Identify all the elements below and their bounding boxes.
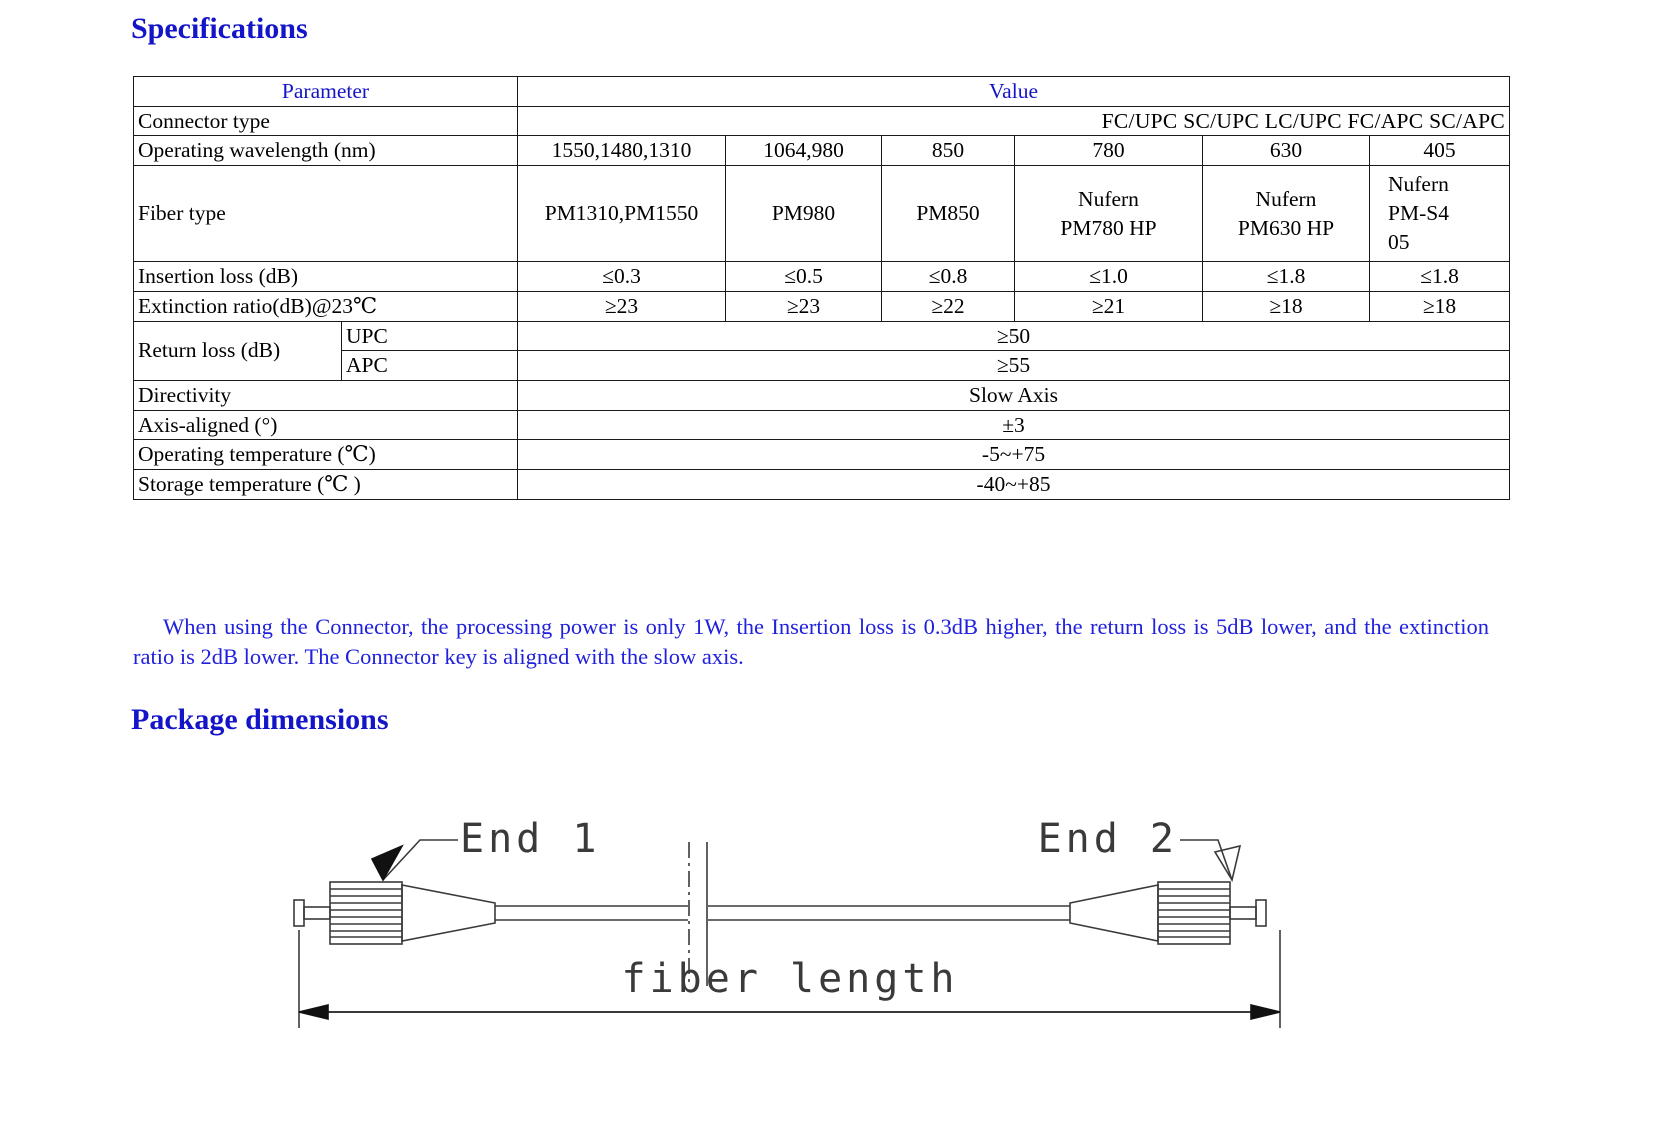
cell-fiber-4: Nufern PM780 HP: [1014, 165, 1203, 263]
table-row: Connector type FC/UPC SC/UPC LC/UPC FC/A…: [133, 105, 1511, 137]
row-value-axis-aligned: ±3: [516, 409, 1511, 441]
specifications-heading: Specifications: [131, 12, 308, 45]
cell-fiber-3: PM850: [881, 165, 1015, 263]
row-label-extinction-ratio: Extinction ratio(dB)@23℃: [133, 290, 518, 322]
cell-insertion-1: ≤0.3: [517, 261, 726, 292]
row-label-operating-temperature: Operating temperature (℃): [133, 439, 518, 471]
row-label-return-loss: Return loss (dB): [133, 320, 342, 382]
cell-extinction-5: ≥18: [1202, 290, 1370, 322]
cell-insertion-3: ≤0.8: [881, 261, 1015, 292]
package-dimensions-heading: Package dimensions: [131, 703, 389, 736]
row-label-storage-temperature: Storage temperature (℃ ): [133, 469, 518, 500]
row-value-return-loss-upc: ≥50: [516, 320, 1511, 352]
cell-insertion-5: ≤1.8: [1202, 261, 1370, 292]
cell-extinction-4: ≥21: [1014, 290, 1203, 322]
cell-insertion-2: ≤0.5: [725, 261, 882, 292]
row-label-connector-type: Connector type: [133, 105, 518, 137]
header-parameter: Parameter: [133, 76, 518, 107]
cell-wavelength-1: 1550,1480,1310: [517, 135, 726, 167]
cell-extinction-2: ≥23: [725, 290, 882, 322]
header-value: Value: [516, 76, 1511, 107]
package-dimensions-drawing: End 1 End 2 fiber length: [280, 790, 1380, 1060]
end2-label: End 2: [1038, 816, 1178, 862]
table-row: Operating temperature (℃) -5~+75: [133, 439, 1511, 471]
row-value-directivity: Slow Axis: [516, 380, 1511, 411]
row-sublabel-upc: UPC: [341, 320, 518, 352]
connector-end-2-icon: [708, 881, 1267, 945]
end1-label: End 1: [460, 816, 600, 862]
connector-note-paragraph: When using the Connector, the processing…: [133, 614, 1489, 669]
row-label-fiber-type: Fiber type: [133, 165, 518, 263]
cell-extinction-3: ≥22: [881, 290, 1015, 322]
cell-extinction-1: ≥23: [517, 290, 726, 322]
table-row: Operating wavelength (nm) 1550,1480,1310…: [133, 135, 1511, 167]
row-label-directivity: Directivity: [133, 380, 518, 411]
table-row: Insertion loss (dB) ≤0.3 ≤0.5 ≤0.8 ≤1.0 …: [133, 261, 1511, 292]
end2-arrow-head-icon: [1213, 844, 1242, 883]
cell-wavelength-4: 780: [1014, 135, 1203, 167]
cell-fiber-1: PM1310,PM1550: [517, 165, 726, 263]
row-value-storage-temperature: -40~+85: [516, 469, 1511, 500]
row-label-insertion-loss: Insertion loss (dB): [133, 261, 518, 292]
table-row: Directivity Slow Axis: [133, 380, 1511, 411]
table-row: Storage temperature (℃ ) -40~+85: [133, 469, 1511, 500]
cell-fiber-6: Nufern PM-S4 05: [1368, 165, 1511, 263]
cell-fiber-5: Nufern PM630 HP: [1202, 165, 1370, 263]
cell-wavelength-6: 405: [1368, 135, 1511, 167]
row-value-operating-temperature: -5~+75: [516, 439, 1511, 471]
row-sublabel-apc: APC: [341, 350, 518, 382]
end2-leader-line: [1180, 839, 1233, 881]
table-header-row: Parameter Value: [133, 76, 1511, 107]
cell-insertion-4: ≤1.0: [1014, 261, 1203, 292]
cell-extinction-6: ≥18: [1368, 290, 1511, 322]
row-value-return-loss-apc: ≥55: [516, 350, 1511, 382]
dimension-arrow-right-icon: [1250, 1003, 1281, 1021]
cell-wavelength-5: 630: [1202, 135, 1370, 167]
document-page: Specifications Parameter Value Connector…: [0, 0, 1654, 1127]
cell-wavelength-2: 1064,980: [725, 135, 882, 167]
cell-fiber-2: PM980: [725, 165, 882, 263]
table-row: Fiber type PM1310,PM1550 PM980 PM850 Nuf…: [133, 165, 1511, 263]
cell-wavelength-3: 850: [881, 135, 1015, 167]
row-value-connector-type: FC/UPC SC/UPC LC/UPC FC/APC SC/APC: [516, 105, 1511, 137]
dimension-arrow-left-icon: [298, 1003, 329, 1021]
table-row: Return loss (dB) UPC ≥50: [133, 320, 1511, 382]
table-row: Axis-aligned (°) ±3: [133, 409, 1511, 441]
table-row: Extinction ratio(dB)@23℃ ≥23 ≥23 ≥22 ≥21…: [133, 290, 1511, 322]
specifications-table: Parameter Value Connector type FC/UPC SC…: [133, 76, 1511, 500]
row-label-operating-wavelength: Operating wavelength (nm): [133, 135, 518, 167]
row-label-axis-aligned: Axis-aligned (°): [133, 409, 518, 441]
specifications-table-container: Parameter Value Connector type FC/UPC SC…: [133, 76, 1511, 500]
cell-insertion-6: ≤1.8: [1368, 261, 1511, 292]
fiber-length-label: fiber length: [622, 956, 959, 1002]
connector-end-1-icon: [293, 881, 688, 945]
